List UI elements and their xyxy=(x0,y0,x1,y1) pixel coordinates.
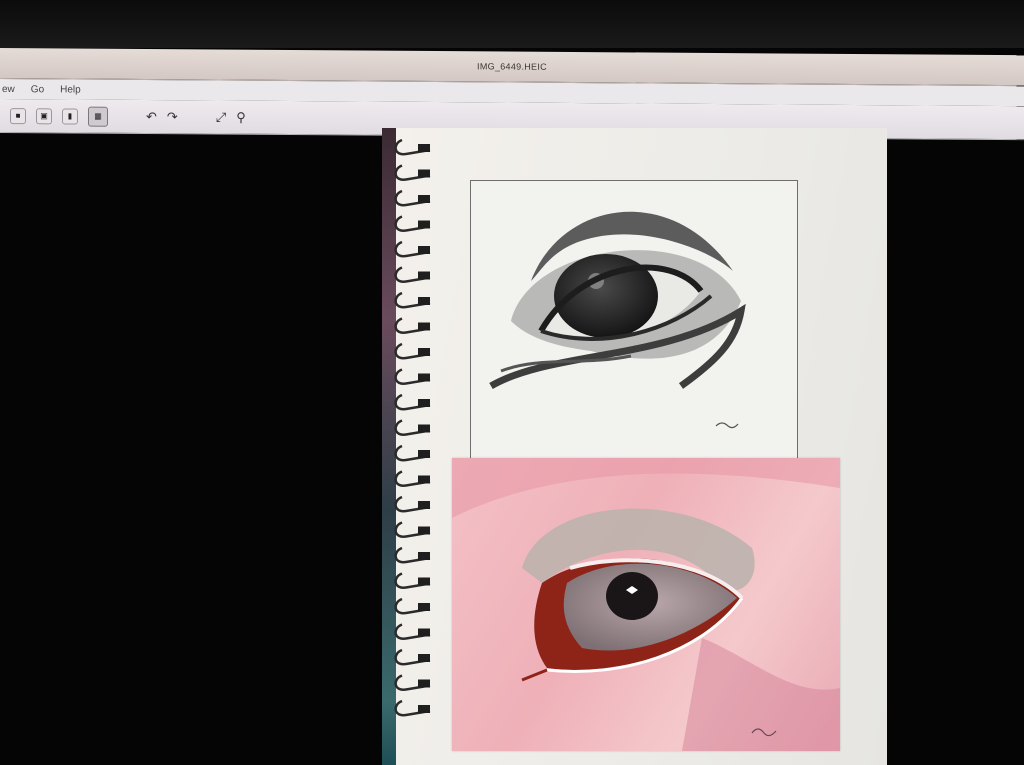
view-info-button[interactable]: ▮ xyxy=(62,107,78,125)
spiral-hole xyxy=(418,195,430,203)
spiral-hole xyxy=(418,577,430,586)
spiral-hole xyxy=(418,654,430,662)
markup-icon[interactable]: ⚲ xyxy=(236,109,246,125)
spiral-hole xyxy=(418,373,430,382)
view-grid-button[interactable]: ▦ xyxy=(88,106,108,127)
spiral-hole xyxy=(418,424,430,433)
spiral-hole xyxy=(418,144,430,152)
spiral-hole xyxy=(418,450,430,458)
spiral-hole xyxy=(418,501,430,509)
spiral-hole xyxy=(418,475,430,484)
spiral-hole xyxy=(418,399,430,407)
spiral-hole xyxy=(418,552,430,560)
menu-go[interactable]: Go xyxy=(29,84,46,95)
spiral-hole xyxy=(418,246,430,254)
menu-view[interactable]: ew xyxy=(0,84,17,95)
spiral-hole xyxy=(418,705,430,713)
spiral-binding xyxy=(394,138,431,717)
spiral-hole xyxy=(418,628,430,637)
monitor-bezel xyxy=(0,0,1024,48)
pencil-eye-illustration xyxy=(489,211,746,429)
pencil-eye-drawing xyxy=(470,180,798,464)
preview-window: IMG_6449.HEIC ew Go Help ■ ▣ ▮ ▦ ↶ ↷ ⤢ ⚲ xyxy=(0,48,1024,141)
rotate-right-icon[interactable]: ↷ xyxy=(167,109,178,125)
painted-eye-illustration xyxy=(452,458,840,751)
rotate-left-icon[interactable]: ↶ xyxy=(146,109,157,125)
view-single-button[interactable]: ■ xyxy=(10,107,26,124)
spiral-hole xyxy=(418,603,430,611)
spiral-hole xyxy=(418,297,430,305)
spiral-hole xyxy=(418,348,430,356)
painted-eye-card xyxy=(452,458,840,751)
menu-help[interactable]: Help xyxy=(58,84,83,95)
view-double-button[interactable]: ▣ xyxy=(36,107,52,124)
spiral-hole xyxy=(418,322,430,331)
spiral-hole xyxy=(418,679,430,688)
spiral-hole xyxy=(418,271,430,280)
fullscreen-icon[interactable]: ⤢ xyxy=(216,109,226,125)
spiral-hole xyxy=(418,169,430,178)
spiral-hole xyxy=(418,526,430,535)
spiral-hole xyxy=(418,220,430,229)
window-title: IMG_6449.HEIC xyxy=(477,61,547,72)
